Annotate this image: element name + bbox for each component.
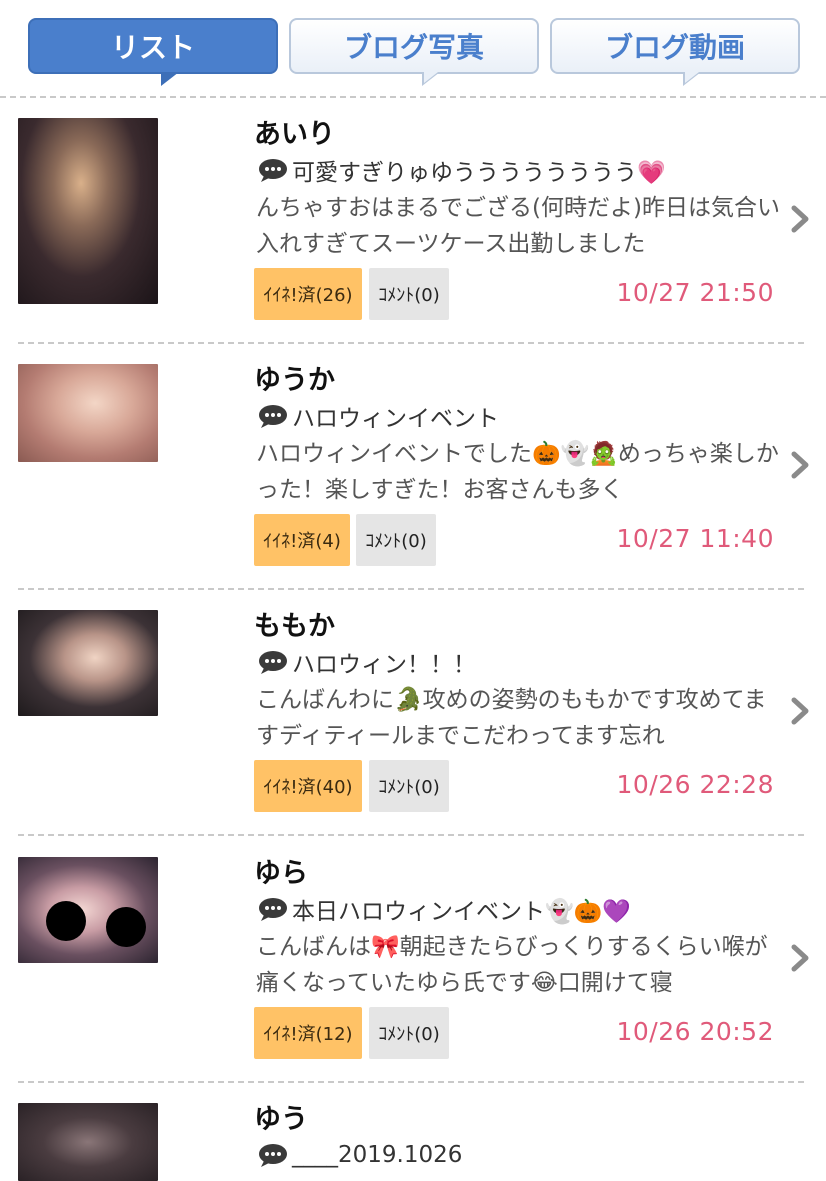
chevron-right-icon[interactable] [788, 450, 812, 480]
tab-blog-videos-label: ブログ動画 [604, 31, 745, 64]
post-date: 10/26 22:28 [616, 770, 774, 799]
comment-button[interactable]: ｺﾒﾝﾄ(0) [369, 760, 449, 812]
comment-button[interactable]: ｺﾒﾝﾄ(0) [369, 268, 449, 320]
speech-bubble-icon [259, 651, 287, 674]
post-title-row: 本日ハロウィンイベント👻🎃💜 [258, 893, 631, 925]
post-thumbnail [18, 1103, 158, 1181]
post-date: 10/26 20:52 [616, 1017, 774, 1046]
post-title: ____2019.1026 [292, 1142, 463, 1168]
tab-list[interactable]: リスト [28, 18, 278, 86]
post-thumbnail [18, 364, 158, 462]
chevron-right-icon[interactable] [788, 943, 812, 973]
comment-button[interactable]: ｺﾒﾝﾄ(0) [356, 514, 436, 566]
post-excerpt: こんばんわに🐊攻めの姿勢のももかです攻めてますディティールまでこだわってます忘れ [256, 687, 767, 749]
post-title: ハロウィン！！！ [292, 652, 476, 678]
post-title-row: ハロウィン！！！ [258, 646, 476, 678]
post-date: 10/27 11:40 [616, 524, 774, 553]
post-excerpt: こんばんは🎀朝起きたらびっくりするくらい喉が痛くなっていたゆら氏です😂口開けて寝 [256, 934, 768, 996]
tab-divider [0, 96, 826, 98]
item-divider [18, 342, 804, 344]
chevron-right-icon[interactable] [788, 204, 812, 234]
post-author: ももか [254, 611, 335, 642]
item-divider [18, 834, 804, 836]
tab-pointer-inner [424, 72, 438, 83]
post-author: あいり [254, 119, 335, 150]
list-item[interactable]: ゆうか ハロウィンイベント ハロウィンイベントでした🎃👻🧟めっちゃ楽しかった！楽… [0, 364, 826, 610]
item-divider [18, 588, 804, 590]
post-title-row: ____2019.1026 [258, 1139, 462, 1171]
comment-button[interactable]: ｺﾒﾝﾄ(0) [369, 1007, 449, 1059]
speech-bubble-icon [259, 405, 287, 428]
tab-blog-photos-label: ブログ写真 [343, 31, 484, 64]
list-item[interactable]: ももか ハロウィン！！！ こんばんわに🐊攻めの姿勢のももかです攻めてますディティ… [0, 610, 826, 856]
post-thumbnail [18, 610, 158, 716]
like-button[interactable]: ｲｲﾈ!済(12) [254, 1007, 362, 1059]
post-title: ハロウィンイベント [292, 406, 499, 432]
tab-blog-videos[interactable]: ブログ動画 [550, 18, 800, 86]
post-title: 可愛すぎりゅゆうううううううう💗 [292, 160, 666, 186]
post-author: ゆう [254, 1104, 308, 1135]
post-title-row: 可愛すぎりゅゆうううううううう💗 [258, 154, 666, 186]
tab-pointer-inner [685, 72, 699, 83]
tab-pointer [161, 72, 179, 86]
speech-bubble-icon [259, 159, 287, 182]
list-item[interactable]: ゆう ____2019.1026 [0, 1103, 826, 1181]
list-item[interactable]: ゆら 本日ハロウィンイベント👻🎃💜 こんばんは🎀朝起きたらびっくりするくらい喉が… [0, 857, 826, 1103]
post-title: 本日ハロウィンイベント👻🎃💜 [292, 899, 631, 925]
tab-blog-photos[interactable]: ブログ写真 [289, 18, 539, 86]
post-author: ゆうか [254, 365, 335, 396]
post-title-row: ハロウィンイベント [258, 400, 499, 432]
speech-bubble-icon [259, 1144, 287, 1167]
tab-list-label: リスト [110, 31, 195, 64]
post-date: 10/27 21:50 [616, 278, 774, 307]
like-button[interactable]: ｲｲﾈ!済(26) [254, 268, 362, 320]
post-author: ゆら [254, 858, 308, 889]
chevron-right-icon[interactable] [788, 696, 812, 726]
tab-bar: リスト ブログ写真 ブログ動画 [0, 0, 826, 98]
list-item[interactable]: あいり 可愛すぎりゅゆうううううううう💗 んちゃすおはまるでござる(何時だよ)昨… [0, 118, 826, 364]
post-thumbnail [18, 118, 158, 304]
speech-bubble-icon [259, 898, 287, 921]
post-excerpt: ハロウィンイベントでした🎃👻🧟めっちゃ楽しかった！楽しすぎた！お客さんも多く [256, 441, 779, 503]
like-button[interactable]: ｲｲﾈ!済(40) [254, 760, 362, 812]
post-thumbnail [18, 857, 158, 963]
post-excerpt: んちゃすおはまるでござる(何時だよ)昨日は気合い入れすぎてスーツケース出勤しまし… [256, 195, 780, 257]
like-button[interactable]: ｲｲﾈ!済(4) [254, 514, 350, 566]
item-divider [18, 1081, 804, 1083]
